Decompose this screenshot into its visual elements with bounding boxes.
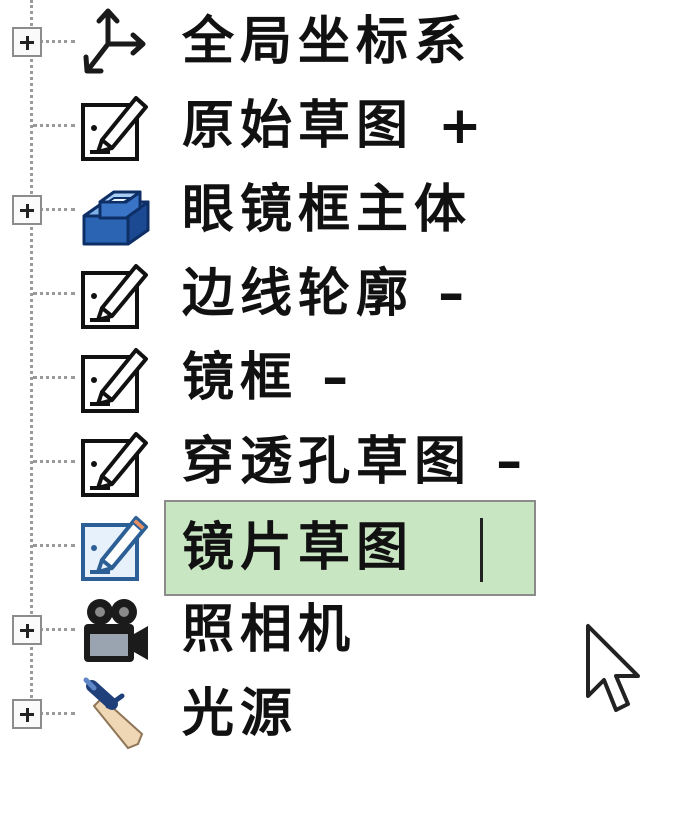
tree-item-original-sketch[interactable]: 原始草图 + bbox=[0, 84, 680, 168]
feature-tree: 全局坐标系 原始草图 + 眼镜框主体 边线轮廓 – 镜框 – 穿透孔草图 – 镜… bbox=[0, 0, 680, 816]
tree-item-glasses-frame-body[interactable]: 眼镜框主体 bbox=[0, 168, 680, 252]
sketch-icon bbox=[78, 340, 154, 416]
tree-item-through-hole-sketch[interactable]: 穿透孔草图 – bbox=[0, 420, 680, 504]
tree-item-label: 原始草图 + bbox=[182, 96, 488, 156]
expand-toggle[interactable] bbox=[12, 699, 42, 729]
tree-item-label: 镜框 – bbox=[182, 348, 355, 408]
camera-icon bbox=[78, 592, 154, 668]
expand-toggle[interactable] bbox=[12, 615, 42, 645]
tree-item-frame-sketch[interactable]: 镜框 – bbox=[0, 336, 680, 420]
tree-branch-line bbox=[33, 544, 75, 547]
solid-body-icon bbox=[78, 172, 154, 248]
sketch-icon bbox=[78, 88, 154, 164]
tree-item-global-coordinate-system[interactable]: 全局坐标系 bbox=[0, 0, 680, 84]
sketch-icon bbox=[78, 508, 154, 584]
coordinate-system-icon bbox=[78, 4, 154, 80]
tree-item-label: 照相机 bbox=[182, 600, 357, 660]
expand-toggle[interactable] bbox=[12, 27, 42, 57]
tree-item-light-source[interactable]: 光源 bbox=[0, 672, 680, 756]
tree-item-label: 边线轮廓 – bbox=[182, 264, 471, 324]
tree-branch-line bbox=[33, 376, 75, 379]
light-source-icon bbox=[78, 676, 154, 752]
rename-input[interactable]: 镜片草图 bbox=[164, 500, 536, 596]
tree-item-camera[interactable]: 照相机 bbox=[0, 588, 680, 672]
rename-input-text: 镜片草图 bbox=[182, 518, 415, 578]
tree-branch-line bbox=[33, 124, 75, 127]
text-caret bbox=[480, 518, 483, 582]
tree-item-label: 全局坐标系 bbox=[182, 12, 473, 72]
tree-item-label: 穿透孔草图 – bbox=[182, 432, 529, 492]
expand-toggle[interactable] bbox=[12, 195, 42, 225]
tree-branch-line bbox=[33, 460, 75, 463]
tree-item-label: 光源 bbox=[182, 684, 299, 744]
sketch-icon bbox=[78, 256, 154, 332]
tree-branch-line bbox=[33, 292, 75, 295]
tree-item-label: 眼镜框主体 bbox=[182, 180, 473, 240]
tree-item-edge-outline-sketch[interactable]: 边线轮廓 – bbox=[0, 252, 680, 336]
sketch-icon bbox=[78, 424, 154, 500]
mouse-cursor-icon bbox=[584, 622, 648, 718]
